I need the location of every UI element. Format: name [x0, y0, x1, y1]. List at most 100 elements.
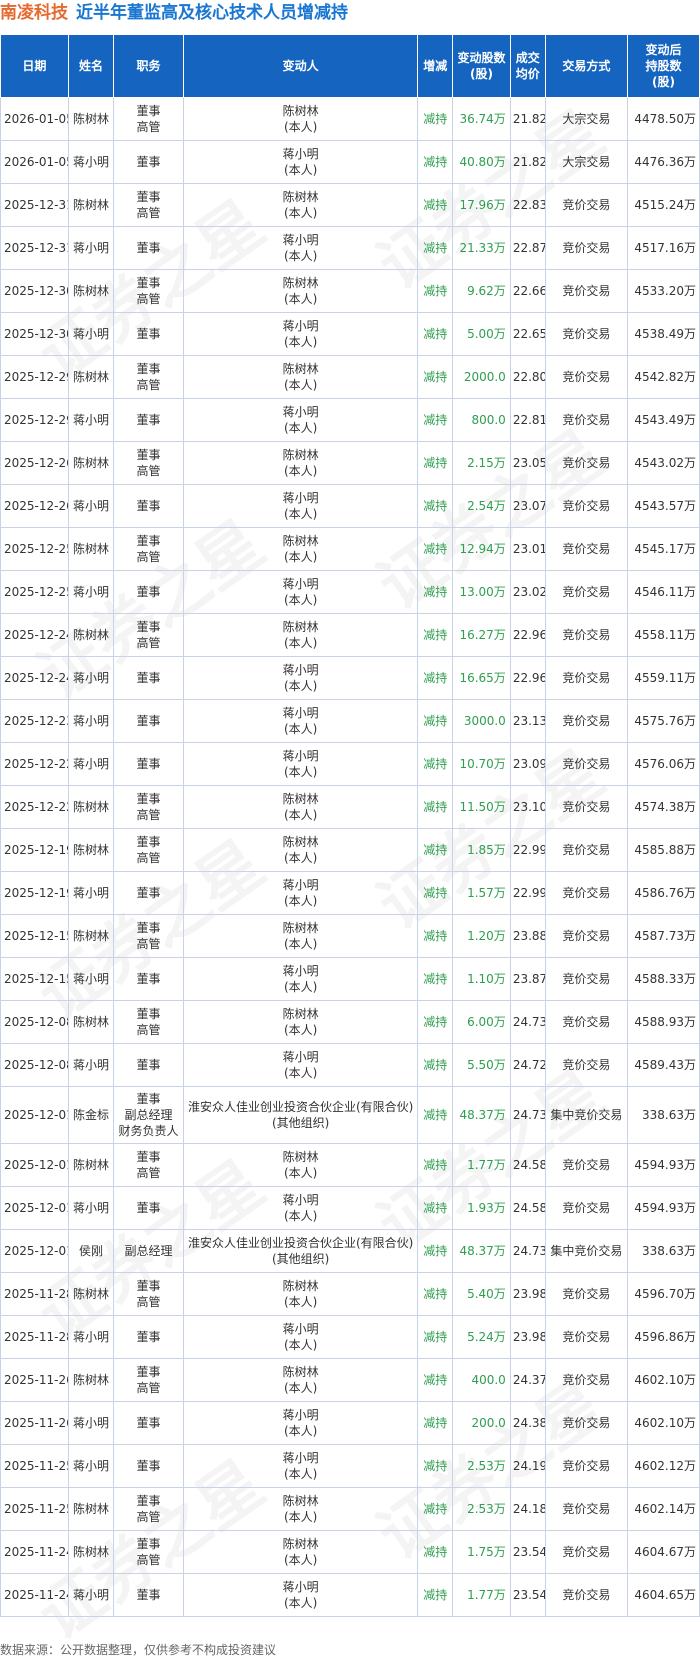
cell-role: 董事 高管 [113, 785, 184, 829]
cell-shares: 3000.0 [452, 699, 511, 743]
cell-holding: 4574.38万 [626, 785, 700, 829]
cell-name: 陈树林 [67, 785, 115, 829]
cell-direction: 减持 [417, 1530, 454, 1574]
cell-price: 23.54 [509, 1530, 546, 1574]
cell-holding: 4588.93万 [626, 1000, 700, 1044]
cell-person: 蒋小明 (本人) [182, 398, 419, 442]
cell-method: 大宗交易 [544, 140, 628, 184]
cell-method: 竞价交易 [544, 1401, 628, 1445]
cell-person: 陈树林 (本人) [182, 97, 419, 141]
cell-date: 2025-12-29 [0, 355, 69, 399]
cell-method: 竞价交易 [544, 398, 628, 442]
cell-holding: 4543.02万 [626, 441, 700, 485]
cell-person: 蒋小明 (本人) [182, 1315, 419, 1359]
cell-role: 董事 [113, 1401, 184, 1445]
cell-direction: 减持 [417, 914, 454, 958]
cell-direction: 减持 [417, 1573, 454, 1617]
cell-method: 竞价交易 [544, 183, 628, 227]
cell-name: 陈树林 [67, 527, 115, 571]
cell-name: 陈树林 [67, 269, 115, 313]
table-row: 2025-12-15 陈树林 董事 高管 陈树林 (本人) 减持 1.20万 23.88 竞价交易… [0, 914, 700, 958]
cell-method: 竞价交易 [544, 742, 628, 786]
cell-name: 蒋小明 [67, 312, 115, 356]
cell-name: 陈树林 [67, 441, 115, 485]
cell-shares: 2.53万 [452, 1487, 511, 1531]
cell-name: 蒋小明 [67, 1573, 115, 1617]
table-row: 2025-11-25 陈树林 董事 高管 陈树林 (本人) 减持 2.53万 24.18 竞价交易… [0, 1487, 700, 1531]
cell-direction: 减持 [417, 699, 454, 743]
cell-name: 蒋小明 [67, 957, 115, 1001]
cell-method: 竞价交易 [544, 355, 628, 399]
cell-direction: 减持 [417, 957, 454, 1001]
cell-holding: 4543.57万 [626, 484, 700, 528]
table-row: 2025-12-29 蒋小明 董事 蒋小明 (本人) 减持 800.0 22.81 竞价交易 45… [0, 398, 700, 442]
cell-shares: 2.15万 [452, 441, 511, 485]
cell-price: 23.01 [509, 527, 546, 571]
cell-shares: 400.0 [452, 1358, 511, 1402]
cell-price: 24.38 [509, 1401, 546, 1445]
cell-holding: 4586.76万 [626, 871, 700, 915]
cell-person: 陈树林 (本人) [182, 1530, 419, 1574]
cell-method: 竞价交易 [544, 570, 628, 614]
cell-date: 2025-12-26 [0, 441, 69, 485]
cell-shares: 36.74万 [452, 97, 511, 141]
cell-shares: 800.0 [452, 398, 511, 442]
cell-role: 董事 副总经理 财务负责人 [113, 1086, 184, 1144]
cell-person: 陈树林 (本人) [182, 1272, 419, 1316]
cell-shares: 21.33万 [452, 226, 511, 270]
cell-shares: 1.20万 [452, 914, 511, 958]
table-row: 2025-11-28 陈树林 董事 高管 陈树林 (本人) 减持 5.40万 23.98 竞价交易… [0, 1272, 700, 1316]
cell-direction: 减持 [417, 613, 454, 657]
cell-price: 24.73 [509, 1086, 546, 1144]
cell-price: 23.05 [509, 441, 546, 485]
cell-holding: 338.63万 [626, 1229, 700, 1273]
cell-direction: 减持 [417, 1229, 454, 1273]
cell-person: 陈树林 (本人) [182, 828, 419, 872]
cell-price: 23.10 [509, 785, 546, 829]
cell-shares: 11.50万 [452, 785, 511, 829]
cell-name: 陈树林 [67, 914, 115, 958]
cell-price: 22.96 [509, 613, 546, 657]
cell-name: 陈树林 [67, 613, 115, 657]
cell-holding: 4515.24万 [626, 183, 700, 227]
cell-method: 竞价交易 [544, 527, 628, 571]
cell-person: 淮安众人佳业创业投资合伙企业(有限合伙) (其他组织) [182, 1229, 419, 1273]
cell-shares: 13.00万 [452, 570, 511, 614]
cell-person: 陈树林 (本人) [182, 183, 419, 227]
cell-person: 陈树林 (本人) [182, 785, 419, 829]
cell-price: 22.96 [509, 656, 546, 700]
cell-date: 2025-11-26 [0, 1401, 69, 1445]
table-row: 2026-01-05 陈树林 董事 高管 陈树林 (本人) 减持 36.74万 21.82 大宗交… [0, 97, 700, 141]
cell-role: 董事 高管 [113, 527, 184, 571]
cell-name: 蒋小明 [67, 656, 115, 700]
cell-method: 集中竞价交易 [544, 1086, 628, 1144]
cell-person: 陈树林 (本人) [182, 1358, 419, 1402]
cell-direction: 减持 [417, 527, 454, 571]
cell-name: 侯刚 [67, 1229, 115, 1273]
cell-role: 董事 高管 [113, 269, 184, 313]
table-row: 2025-12-26 蒋小明 董事 蒋小明 (本人) 减持 2.54万 23.07 竞价交易 45… [0, 484, 700, 528]
header-col-shares: 变动股数 (股) [452, 34, 511, 98]
table-row: 2025-12-22 蒋小明 董事 蒋小明 (本人) 减持 10.70万 23.09 竞价交易 4… [0, 742, 700, 786]
cell-person: 蒋小明 (本人) [182, 1444, 419, 1488]
cell-person: 蒋小明 (本人) [182, 742, 419, 786]
cell-holding: 4604.65万 [626, 1573, 700, 1617]
page-title: 南凌科技 近半年董监高及核心技术人员增减持 [0, 0, 700, 28]
cell-holding: 4546.11万 [626, 570, 700, 614]
cell-date: 2025-11-28 [0, 1315, 69, 1359]
cell-direction: 减持 [417, 312, 454, 356]
cell-date: 2025-12-01 [0, 1186, 69, 1230]
cell-price: 23.88 [509, 914, 546, 958]
cell-shares: 48.37万 [452, 1229, 511, 1273]
cell-price: 23.98 [509, 1272, 546, 1316]
cell-role: 董事 高管 [113, 183, 184, 227]
cell-shares: 1.85万 [452, 828, 511, 872]
cell-price: 21.82 [509, 140, 546, 184]
cell-role: 董事 [113, 1186, 184, 1230]
cell-role: 董事 高管 [113, 1000, 184, 1044]
cell-shares: 1.77万 [452, 1143, 511, 1187]
cell-shares: 5.50万 [452, 1043, 511, 1087]
cell-holding: 4587.73万 [626, 914, 700, 958]
table-row: 2025-12-01 蒋小明 董事 蒋小明 (本人) 减持 1.93万 24.58 竞价交易 45… [0, 1186, 700, 1230]
stock-name: 南凌科技 [0, 3, 68, 23]
